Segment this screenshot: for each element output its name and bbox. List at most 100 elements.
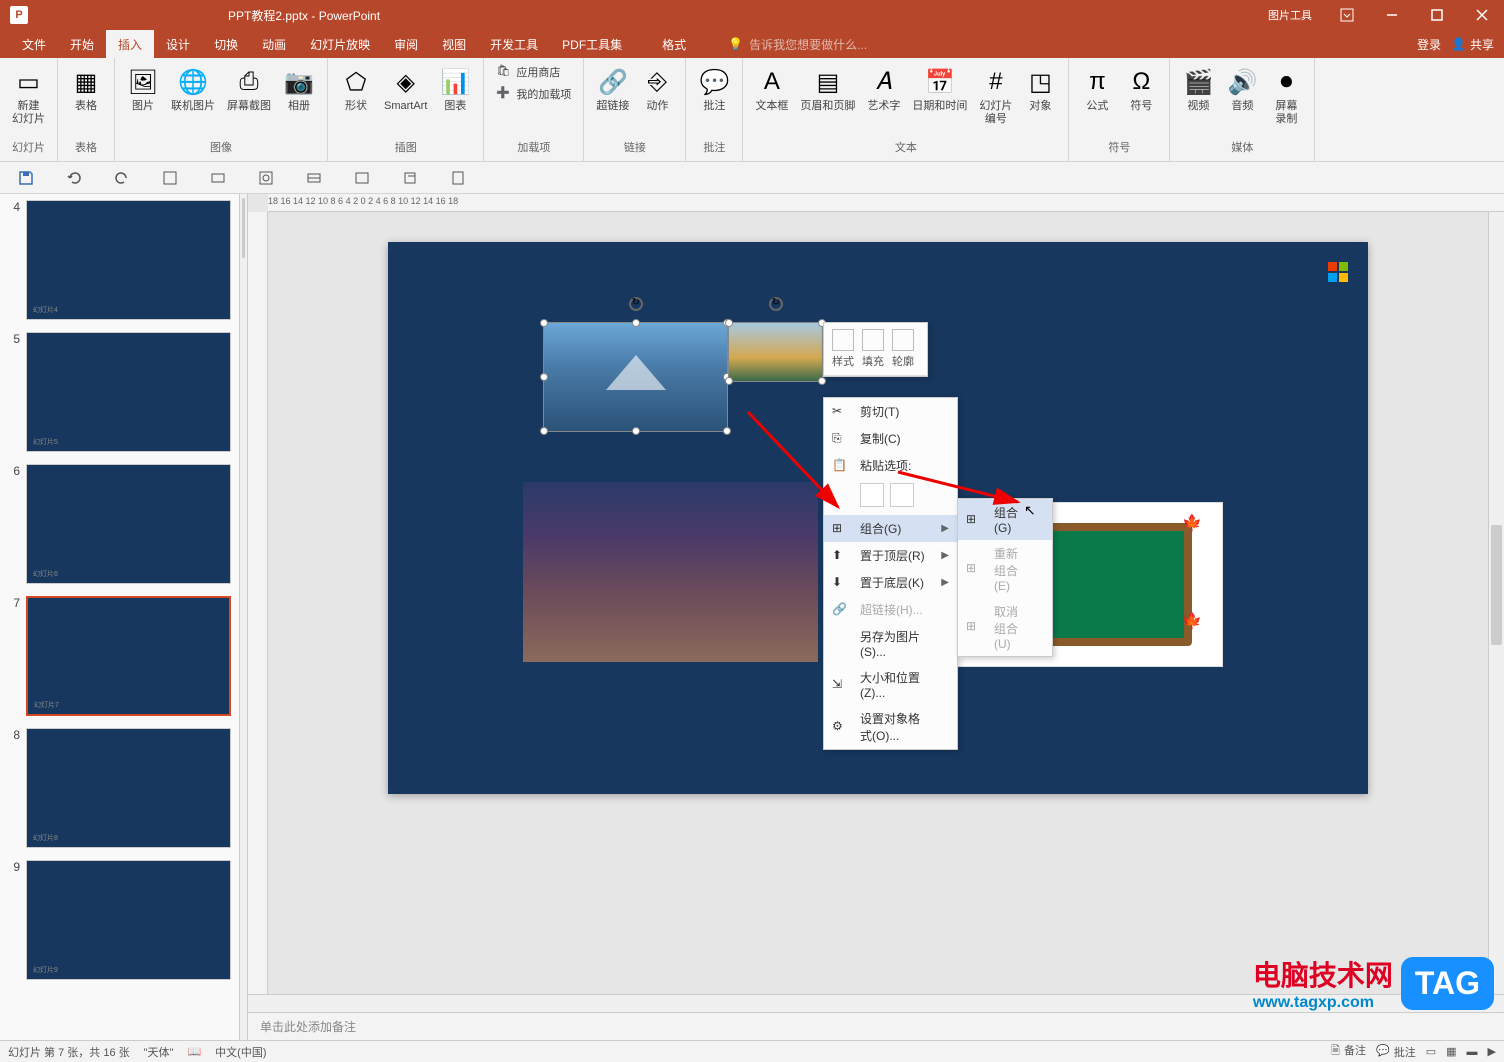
tab-动画[interactable]: 动画 <box>250 30 298 59</box>
ribbon-btn-图片[interactable]: 🖼图片 <box>123 62 163 117</box>
qat-btn-8[interactable] <box>350 166 374 190</box>
mini-填充[interactable]: 填充 <box>862 329 884 369</box>
tab-开始[interactable]: 开始 <box>58 30 106 59</box>
slide-thumb-6[interactable]: 6幻灯片6 <box>0 458 239 590</box>
slide-counter[interactable]: 幻灯片 第 7 张，共 16 张 <box>8 1044 130 1060</box>
language-indicator[interactable]: 中文(中国) <box>215 1044 266 1060</box>
mini-样式[interactable]: 样式 <box>832 329 854 369</box>
maximize-icon[interactable] <box>1414 0 1459 30</box>
view-reading-icon[interactable]: ▬ <box>1467 1046 1478 1058</box>
ribbon-btn-音频[interactable]: 🔊音频 <box>1222 62 1262 117</box>
ctx-format[interactable]: ⚙设置对象格式(O)... <box>824 705 957 749</box>
ctx-cut[interactable]: ✂剪切(T) <box>824 398 957 425</box>
slide-thumb-9[interactable]: 9幻灯片9 <box>0 854 239 986</box>
notes-toggle[interactable]: 🗎备注 <box>1331 1042 1366 1061</box>
tab-审阅[interactable]: 审阅 <box>382 30 430 59</box>
ribbon-btn-图表[interactable]: 📊图表 <box>435 62 475 117</box>
close-icon[interactable] <box>1459 0 1504 30</box>
sub-group[interactable]: ⊞组合(G) <box>958 499 1052 540</box>
ribbon-btn-日期和时间[interactable]: 📅日期和时间 <box>908 62 971 117</box>
slide-thumb-7[interactable]: 7✻幻灯片7 <box>0 590 239 722</box>
ribbon-btn-公式[interactable]: π公式 <box>1077 62 1117 117</box>
view-slideshow-icon[interactable]: ▶ <box>1488 1045 1496 1058</box>
redo-icon[interactable] <box>110 166 134 190</box>
ctx-group[interactable]: ⊞组合(G)▶ <box>824 515 957 542</box>
notes-pane[interactable]: 单击此处添加备注 <box>248 1012 1504 1040</box>
ribbon-btn-符号[interactable]: Ω符号 <box>1121 62 1161 117</box>
tab-文件[interactable]: 文件 <box>10 30 58 59</box>
slide-thumb-8[interactable]: 8幻灯片8 <box>0 722 239 854</box>
ribbon-btn-我的加载项[interactable]: ➕我的加载项 <box>492 84 575 104</box>
tab-开发工具[interactable]: 开发工具 <box>478 30 550 59</box>
ribbon-btn-SmartArt[interactable]: ◈SmartArt <box>380 62 431 117</box>
spellcheck-icon[interactable]: 📖 <box>187 1045 201 1058</box>
ribbon-btn-动作[interactable]: ⎆动作 <box>637 62 677 117</box>
ctx-size[interactable]: ⇲大小和位置(Z)... <box>824 664 957 705</box>
qat-btn-10[interactable] <box>446 166 470 190</box>
音频-icon: 🔊 <box>1226 66 1258 98</box>
tab-设计[interactable]: 设计 <box>154 30 202 59</box>
rotate-handle-icon[interactable] <box>769 297 783 311</box>
quick-access-toolbar <box>0 162 1504 194</box>
ctx-back[interactable]: ⬇置于底层(K)▶ <box>824 569 957 596</box>
slide-thumb-5[interactable]: 5幻灯片5 <box>0 326 239 458</box>
ctx-另存为图片(S)...[interactable]: 另存为图片(S)... <box>824 623 957 664</box>
comments-toggle[interactable]: 💬批注 <box>1376 1044 1416 1060</box>
tab-PDF工具集[interactable]: PDF工具集 <box>550 30 634 59</box>
paste-option-2[interactable] <box>890 483 914 507</box>
slide-thumbnails-panel[interactable]: 4✻幻灯片45幻灯片56幻灯片67✻幻灯片78幻灯片89幻灯片9 <box>0 194 248 1040</box>
ribbon-group-加载项: 🛍应用商店➕我的加载项加载项 <box>484 58 584 161</box>
slide-canvas[interactable]: 🍁 🍁 🍁 🍁 样式填充轮廓 ✂剪切(T)⎘复制(C)📋粘贴选项:⊞组合(G)▶… <box>268 212 1488 994</box>
mini-轮廓[interactable]: 轮廓 <box>892 329 914 369</box>
thumbnails-scrollbar[interactable] <box>239 194 247 1040</box>
ribbon-btn-页眉和页脚[interactable]: ▤页眉和页脚 <box>796 62 859 117</box>
selected-image-1[interactable] <box>543 322 728 432</box>
rotate-handle-icon[interactable] <box>629 297 643 311</box>
slide-thumb-4[interactable]: 4✻幻灯片4 <box>0 194 239 326</box>
ribbon-btn-幻灯片编号[interactable]: #幻灯片 编号 <box>975 62 1016 130</box>
share-button[interactable]: 👤共享 <box>1451 36 1494 53</box>
ribbon-btn-视频[interactable]: 🎬视频 <box>1178 62 1218 117</box>
tab-format[interactable]: 格式 <box>650 30 698 59</box>
ribbon-btn-屏幕录制[interactable]: ⏺屏幕 录制 <box>1266 62 1306 130</box>
ctx-paste[interactable]: 📋粘贴选项: <box>824 452 957 479</box>
minimize-icon[interactable] <box>1369 0 1414 30</box>
ribbon-btn-联机图片[interactable]: 🌐联机图片 <box>167 62 219 117</box>
ctx-front[interactable]: ⬆置于顶层(R)▶ <box>824 542 957 569</box>
slide[interactable]: 🍁 🍁 🍁 🍁 样式填充轮廓 ✂剪切(T)⎘复制(C)📋粘贴选项:⊞组合(G)▶… <box>388 242 1368 794</box>
ribbon-btn-艺术字[interactable]: 𝐴艺术字 <box>863 62 904 117</box>
tab-幻灯片放映[interactable]: 幻灯片放映 <box>298 30 382 59</box>
save-icon[interactable] <box>14 166 38 190</box>
undo-icon[interactable] <box>62 166 86 190</box>
ribbon-btn-新建幻灯片[interactable]: ▭新建 幻灯片 <box>8 62 49 130</box>
qat-btn-4[interactable] <box>158 166 182 190</box>
selected-image-2[interactable] <box>728 322 823 382</box>
qat-btn-6[interactable] <box>254 166 278 190</box>
tab-插入[interactable]: 插入 <box>106 30 154 59</box>
ribbon-btn-文本框[interactable]: A文本框 <box>751 62 792 117</box>
tab-切换[interactable]: 切换 <box>202 30 250 59</box>
paste-option-1[interactable] <box>860 483 884 507</box>
ribbon-btn-超链接[interactable]: 🔗超链接 <box>592 62 633 117</box>
view-sorter-icon[interactable]: ▦ <box>1446 1045 1456 1058</box>
ctx-copy[interactable]: ⎘复制(C) <box>824 425 957 452</box>
tab-视图[interactable]: 视图 <box>430 30 478 59</box>
ribbon-group-链接: 🔗超链接⎆动作链接 <box>584 58 686 161</box>
qat-btn-9[interactable] <box>398 166 422 190</box>
ribbon-btn-对象[interactable]: ◳对象 <box>1020 62 1060 117</box>
ribbon-btn-应用商店[interactable]: 🛍应用商店 <box>492 62 575 82</box>
ribbon-btn-形状[interactable]: ⬠形状 <box>336 62 376 117</box>
office-logo-icon <box>1326 260 1350 284</box>
ribbon-btn-批注[interactable]: 💬批注 <box>694 62 734 117</box>
ribbon-btn-屏幕截图[interactable]: ⎙屏幕截图 <box>223 62 275 117</box>
login-link[interactable]: 登录 <box>1417 36 1441 53</box>
ribbon-options-icon[interactable] <box>1324 0 1369 30</box>
view-normal-icon[interactable]: ▭ <box>1426 1045 1436 1058</box>
tell-me-box[interactable]: 💡 告诉我您想要做什么... <box>728 36 867 53</box>
ribbon-btn-表格[interactable]: ▦表格 <box>66 62 106 117</box>
qat-btn-5[interactable] <box>206 166 230 190</box>
qat-btn-7[interactable] <box>302 166 326 190</box>
ribbon-btn-相册[interactable]: 📷相册 <box>279 62 319 117</box>
canvas-scrollbar[interactable] <box>1488 212 1504 994</box>
city-image[interactable] <box>523 482 818 662</box>
